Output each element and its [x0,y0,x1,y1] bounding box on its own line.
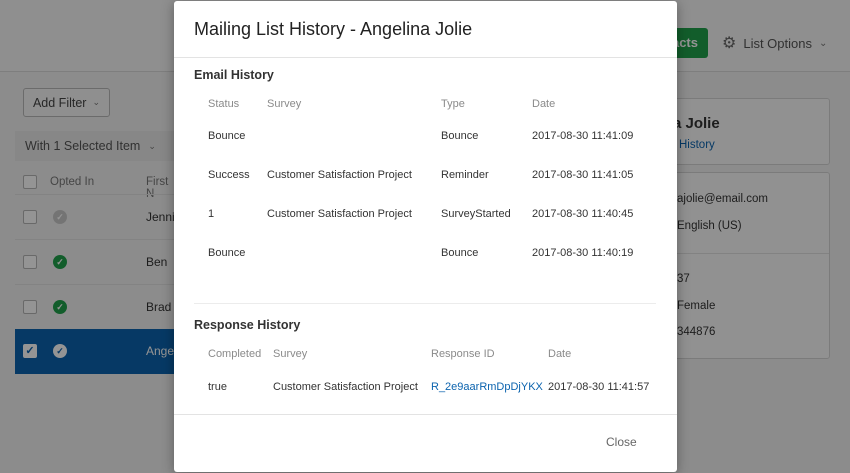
email-type-cell: Reminder [441,169,489,181]
mailing-list-history-modal: Mailing List History - Angelina Jolie Em… [174,1,677,472]
email-type-cell: Bounce [441,247,479,259]
email-type-cell: Bounce [441,130,479,142]
column-header-survey: Survey [267,98,302,110]
modal-header-divider [174,57,677,58]
modal-title: Mailing List History - Angelina Jolie [194,19,473,39]
modal-footer-divider [174,414,677,415]
response-history-title: Response History [194,318,301,332]
column-header-date: Date [532,98,556,110]
email-date-cell: 2017-08-30 11:41:05 [532,169,634,181]
email-date-cell: 2017-08-30 11:40:19 [532,247,634,259]
column-header-survey: Survey [273,348,308,360]
response-id-link[interactable]: R_2e9aarRmDpDjYKX [431,381,543,393]
email-history-title: Email History [194,68,274,82]
email-status-cell: Bounce [208,247,246,259]
column-header-type: Type [441,98,465,110]
email-date-cell: 2017-08-30 11:40:45 [532,208,634,220]
email-status-cell: Bounce [208,130,246,142]
email-status-cell: Success [208,169,250,181]
response-date-cell: 2017-08-30 11:41:57 [548,381,650,393]
email-status-cell: 1 [208,208,215,220]
email-date-cell: 2017-08-30 11:41:09 [532,130,634,142]
response-completed-cell: true [208,381,227,393]
email-type-cell: SurveyStarted [441,208,511,220]
email-survey-cell: Customer Satisfaction Project [267,208,412,220]
column-header-status: Status [208,98,240,110]
column-header-date: Date [548,348,572,360]
section-divider [194,303,656,304]
response-survey-cell: Customer Satisfaction Project [273,381,418,393]
column-header-response-id: Response ID [431,348,495,360]
close-button[interactable]: Close [606,435,637,449]
email-survey-cell: Customer Satisfaction Project [267,169,412,181]
column-header-completed: Completed [208,348,262,360]
